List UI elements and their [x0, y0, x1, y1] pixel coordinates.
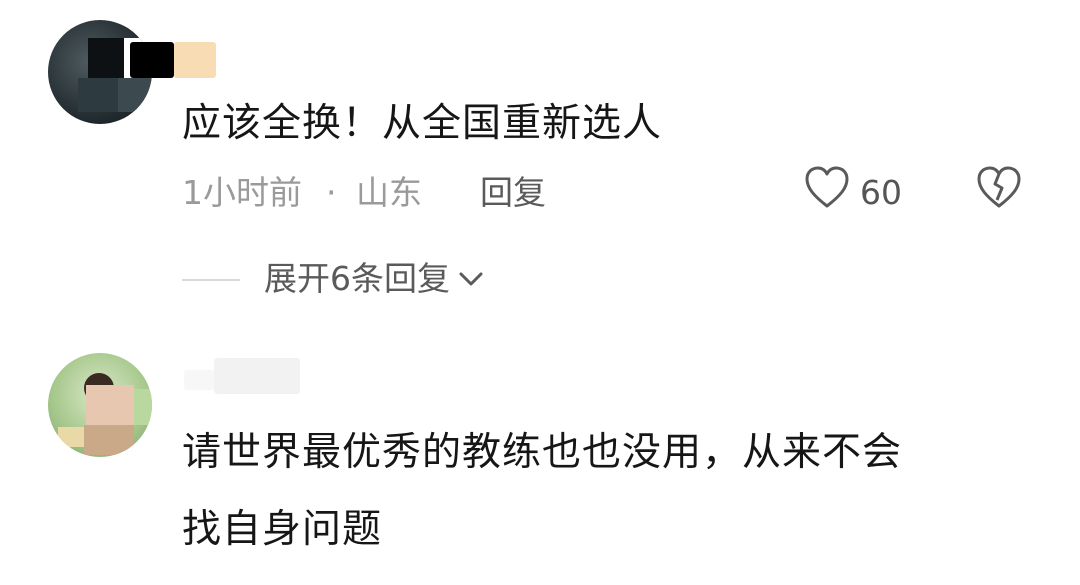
- comment-text-line1: 请世界最优秀的教练也也没用，从来不会: [182, 430, 903, 475]
- meta-separator: ·: [326, 173, 337, 212]
- username-blur: [174, 42, 216, 78]
- like-count: 60: [860, 173, 902, 212]
- reply-button[interactable]: 回复: [480, 176, 546, 209]
- heart-icon[interactable]: [804, 166, 850, 210]
- comment-text: 应该全换！从全国重新选人: [182, 101, 663, 146]
- expand-replies-label: 展开6条回复: [264, 259, 450, 298]
- broken-heart-icon[interactable]: [976, 166, 1022, 210]
- comment-text-line2: 找自身问题: [182, 507, 383, 552]
- avatar[interactable]: [48, 353, 152, 457]
- chevron-down-icon: [458, 270, 484, 288]
- username-blur: [130, 42, 174, 78]
- username-blur: [214, 358, 300, 394]
- username-blur: [184, 370, 214, 390]
- comment-time: 1小时前: [182, 173, 302, 212]
- expand-replies-button[interactable]: 展开6条回复: [264, 262, 484, 295]
- divider: [182, 279, 240, 281]
- comment-location: 山东: [356, 173, 422, 212]
